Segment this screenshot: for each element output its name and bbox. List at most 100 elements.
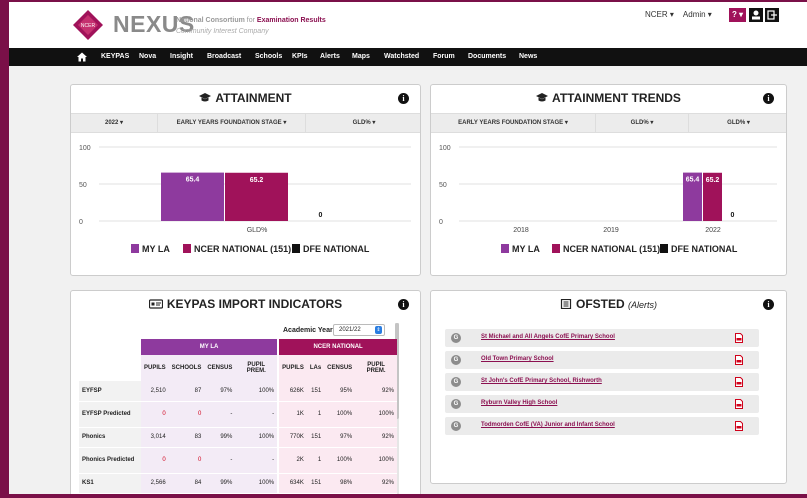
ofsted-info-icon[interactable]: i xyxy=(763,299,774,310)
grade-badge: G xyxy=(451,399,461,409)
table-cell: 99% xyxy=(204,473,236,494)
table-cell: - xyxy=(204,447,236,474)
id-card-icon xyxy=(148,299,163,309)
col-header[interactable]: SCHOOLS xyxy=(168,355,205,381)
grade-badge: G xyxy=(451,421,461,431)
school-link[interactable]: St Michael and All Angels CofE Primary S… xyxy=(481,334,615,340)
list-item[interactable]: G Old Town Primary School xyxy=(445,351,759,369)
col-header[interactable]: PUPILS xyxy=(141,355,169,381)
nav-maps[interactable]: Maps xyxy=(352,48,370,66)
grade-badge: G xyxy=(451,333,461,343)
trends-measure-filter-1[interactable]: GLD% ▾ xyxy=(596,114,689,132)
table-row: KS1 2,566 84 99% 100% 634K 151 98% 92% xyxy=(79,473,397,494)
col-header[interactable]: PUPIL PREM. xyxy=(355,355,397,381)
table-row: EYFSP 2,510 87 97% 100% 626K 151 95% 92% xyxy=(79,381,397,402)
measure-filter[interactable]: GLD% ▾ xyxy=(306,114,420,132)
list-item[interactable]: G Todmorden CofE (VA) Junior and Infant … xyxy=(445,417,759,435)
user-icon xyxy=(752,10,760,20)
attainment-title: ATTAINMENT xyxy=(71,91,420,105)
graduation-cap-icon xyxy=(536,93,549,102)
account-menu: NCER ▾ Admin ▾ xyxy=(645,10,721,19)
home-icon[interactable] xyxy=(77,52,87,62)
user-button[interactable] xyxy=(749,8,763,22)
school-link[interactable]: Old Town Primary School xyxy=(481,356,554,362)
table-cell: 92% xyxy=(355,473,397,494)
nav-alerts[interactable]: Alerts xyxy=(320,48,340,66)
ncer-logo-icon[interactable]: NCER xyxy=(73,10,103,40)
school-link[interactable]: Ryburn Valley High School xyxy=(481,400,557,406)
nav-insight[interactable]: Insight xyxy=(170,48,193,66)
pdf-icon[interactable] xyxy=(735,333,743,343)
col-header[interactable]: LAs xyxy=(306,355,325,381)
nav-nova[interactable]: Nova xyxy=(139,48,156,66)
select-arrow-icon: ⇕ xyxy=(375,326,382,334)
list-item[interactable]: G St John's CofE Primary School, Rishwor… xyxy=(445,373,759,391)
table-cell: 92% xyxy=(355,427,397,448)
x-tick-label: 2022 xyxy=(705,227,721,234)
nav-schools[interactable]: Schools xyxy=(255,48,282,66)
table-cell: 2,510 xyxy=(141,381,169,402)
table-cell: 151 xyxy=(306,381,325,402)
trends-info-icon[interactable]: i xyxy=(763,93,774,104)
nav-kpis[interactable]: KPIs xyxy=(292,48,308,66)
nav-keypas[interactable]: KEYPAS xyxy=(101,48,129,66)
main-nav: KEYPAS Nova Insight Broadcast Schools KP… xyxy=(9,48,807,66)
legend-ncer-national: NCER NATIONAL (151) xyxy=(183,244,291,254)
academic-year-label: Academic Year: xyxy=(283,327,336,334)
pdf-icon[interactable] xyxy=(735,355,743,365)
col-header[interactable]: PUPIL PREM. xyxy=(235,355,279,381)
nav-broadcast[interactable]: Broadcast xyxy=(207,48,241,66)
col-header[interactable]: PUPILS xyxy=(277,355,307,381)
year-filter[interactable]: 2022 ▾ xyxy=(71,114,158,132)
x-tick-label: GLD% xyxy=(247,227,268,234)
ofsted-subtitle: (Alerts) xyxy=(628,300,657,310)
table-cell: 770K xyxy=(277,427,307,448)
table-cell: 2K xyxy=(277,447,307,474)
pdf-icon[interactable] xyxy=(735,399,743,409)
table-cell: 100% xyxy=(235,427,279,448)
table-cell: - xyxy=(235,447,279,474)
table-cell: 1K xyxy=(277,401,307,428)
trends-measure-filter-2[interactable]: GLD% ▾ xyxy=(689,114,786,132)
legend-my-la: MY LA xyxy=(131,244,170,254)
keypas-table: MY LA NCER NATIONAL PUPILS SCHOOLS CENSU… xyxy=(79,339,397,494)
graduation-cap-icon xyxy=(199,93,212,102)
stage-filter[interactable]: EARLY YEARS FOUNDATION STAGE ▾ xyxy=(158,114,306,132)
legend-ncer-national: NCER NATIONAL (151) xyxy=(552,244,660,254)
table-row: Phonics 3,014 83 99% 100% 770K 151 97% 9… xyxy=(79,427,397,448)
list-item[interactable]: G Ryburn Valley High School xyxy=(445,395,759,413)
keypas-title: KEYPAS IMPORT INDICATORS xyxy=(71,297,420,311)
nav-watchsted[interactable]: Watchsted xyxy=(384,48,419,66)
school-link[interactable]: St John's CofE Primary School, Rishworth xyxy=(481,378,602,384)
nav-forum[interactable]: Forum xyxy=(433,48,455,66)
pdf-icon[interactable] xyxy=(735,421,743,431)
user-menu[interactable]: Admin ▾ xyxy=(683,10,712,19)
data-label: 0 xyxy=(319,212,323,219)
trends-stage-filter[interactable]: EARLY YEARS FOUNDATION STAGE ▾ xyxy=(431,114,596,132)
col-header[interactable]: CENSUS xyxy=(324,355,356,381)
table-cell: 98% xyxy=(324,473,356,494)
school-link[interactable]: Todmorden CofE (VA) Junior and Infant Sc… xyxy=(481,422,615,428)
nav-documents[interactable]: Documents xyxy=(468,48,506,66)
app-window: NCER NEXUS National Consortium for Exami… xyxy=(9,2,807,494)
keypas-info-icon[interactable]: i xyxy=(398,299,409,310)
nav-news[interactable]: News xyxy=(519,48,537,66)
table-cell: 0 xyxy=(141,447,169,474)
list-item[interactable]: G St Michael and All Angels CofE Primary… xyxy=(445,329,759,347)
y-tick-label: 50 xyxy=(79,182,87,189)
help-button[interactable]: ? ▾ xyxy=(729,8,746,22)
logout-button[interactable] xyxy=(765,8,779,22)
col-header[interactable]: CENSUS xyxy=(204,355,236,381)
header: NCER NEXUS National Consortium for Exami… xyxy=(9,2,807,48)
org-name: National Consortium for Examination Resu… xyxy=(176,17,326,24)
org-switcher[interactable]: NCER ▾ xyxy=(645,10,674,19)
attainment-info-icon[interactable]: i xyxy=(398,93,409,104)
trends-title: ATTAINMENT TRENDS xyxy=(431,91,786,105)
document-icon xyxy=(560,299,572,309)
table-cell: 97% xyxy=(204,381,236,402)
pdf-icon[interactable] xyxy=(735,377,743,387)
academic-year-select[interactable]: 2021/22 ⇕ xyxy=(333,324,385,336)
table-cell: 1 xyxy=(306,447,325,474)
group-header-my-la: MY LA xyxy=(141,339,279,355)
table-cell: 100% xyxy=(235,381,279,402)
